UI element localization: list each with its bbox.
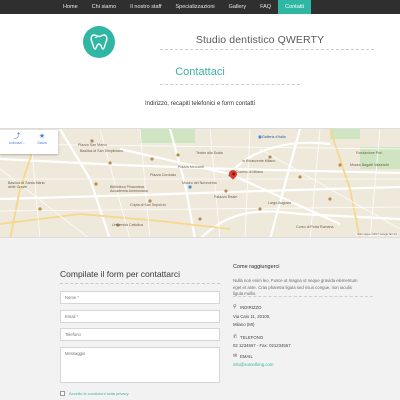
map-label: Museo del Novecento bbox=[182, 181, 217, 185]
save-label: Salva bbox=[37, 141, 47, 145]
tooth-icon bbox=[90, 34, 108, 50]
map-label: Teatro alla Scala bbox=[196, 151, 223, 155]
map-label: Basilica di Santa Maria delle Grazie bbox=[8, 181, 45, 189]
map-label: Palazzo Reale bbox=[214, 195, 238, 199]
privacy-checkbox[interactable] bbox=[60, 391, 65, 396]
nav-item-contatti[interactable]: Contatti bbox=[278, 0, 312, 14]
nav-item-faq[interactable]: FAQ bbox=[253, 0, 278, 14]
nav-item-staff[interactable]: Il nostro staff bbox=[123, 0, 168, 14]
map-label: Piazza San Marco bbox=[78, 143, 108, 147]
header-divider bbox=[160, 49, 374, 50]
google-map[interactable]: Piazza San Marco Basilica di San Simplic… bbox=[0, 128, 400, 238]
name-field[interactable] bbox=[60, 291, 220, 304]
map-label: Basilica di San Simpliciano bbox=[80, 149, 123, 153]
map-label: Museo Bagatti Valsecchi bbox=[350, 163, 390, 167]
site-name: Studio dentistico QWERTY bbox=[195, 34, 325, 46]
main-nav: Home Chi siamo Il nostro staff Specializ… bbox=[56, 0, 312, 14]
save-button[interactable]: ★ Salva bbox=[31, 133, 53, 145]
message-field[interactable] bbox=[60, 347, 220, 383]
top-navbar: Home Chi siamo Il nostro staff Specializ… bbox=[0, 0, 400, 14]
map-label: Largo Augusto bbox=[268, 201, 292, 205]
form-title: Compilate il form per contattarci bbox=[60, 269, 180, 279]
form-title-divider bbox=[60, 283, 220, 284]
star-icon: ★ bbox=[38, 133, 46, 140]
map-label: Duomo di Milano bbox=[236, 170, 263, 174]
site-logo[interactable] bbox=[83, 26, 115, 58]
map-label: Biblioteca Pinacoteca Accademia Ambrosia… bbox=[110, 185, 148, 193]
title-divider bbox=[160, 84, 300, 85]
map-label: Cripta di San Sepolcro bbox=[130, 203, 166, 207]
map-info-card: ⤴ Indicazi... ★ Salva bbox=[0, 130, 58, 154]
phone-field[interactable] bbox=[60, 328, 220, 341]
map-label: Piazza Mercanti bbox=[178, 165, 204, 169]
map-label: Piazza Cordusio bbox=[150, 173, 177, 177]
phone-line: 02 1234567 - Fax: 021234567 bbox=[233, 343, 291, 348]
email-label: EMAIL bbox=[240, 354, 253, 359]
address-city: Milano (MI) bbox=[233, 322, 255, 327]
phone-label: TELEFONO bbox=[240, 335, 264, 340]
map-label: Fondazione Pini bbox=[356, 151, 382, 155]
map-label: la Rinascente Milano bbox=[242, 159, 276, 163]
email-icon: ✉ bbox=[233, 353, 238, 359]
email-field[interactable] bbox=[60, 310, 220, 323]
contact-heading: Come raggiungerci bbox=[233, 264, 280, 270]
nav-item-home[interactable]: Home bbox=[56, 0, 85, 14]
nav-item-specializzazioni[interactable]: Specializzazioni bbox=[169, 0, 222, 14]
nav-item-gallery[interactable]: Gallery bbox=[222, 0, 253, 14]
address-label: INDIRIZZO bbox=[240, 305, 262, 310]
email-link[interactable]: info@something.com bbox=[233, 362, 273, 367]
map-attribution[interactable]: Dati mappa ©2017 Google Termini bbox=[356, 233, 398, 236]
nav-item-chi-siamo[interactable]: Chi siamo bbox=[85, 0, 123, 14]
phone-icon: ✆ bbox=[233, 334, 238, 340]
page-subtitle: Indirizzo, recapiti telefonici e form co… bbox=[144, 101, 256, 107]
map-label: Università Cattolica bbox=[112, 223, 143, 227]
directions-label: Indicazi... bbox=[8, 141, 26, 145]
contact-divider bbox=[233, 296, 373, 297]
directions-button[interactable]: ⤴ Indicazi... bbox=[6, 133, 28, 145]
address-line: Via Caio 11, 20100, bbox=[233, 314, 271, 319]
page-title: Contattaci bbox=[175, 66, 225, 78]
contact-description: Nulla non enim leo. Fusce ut magna ut ne… bbox=[233, 278, 358, 297]
directions-icon: ⤴ bbox=[13, 133, 21, 140]
map-label: Corso di Porta Romana bbox=[296, 225, 334, 229]
map-label: Galleria d'Italia bbox=[262, 135, 286, 139]
map-marker-icon: ⚲ bbox=[233, 304, 237, 310]
privacy-label[interactable]: Accetto le condizioni sulla privacy bbox=[69, 391, 129, 396]
